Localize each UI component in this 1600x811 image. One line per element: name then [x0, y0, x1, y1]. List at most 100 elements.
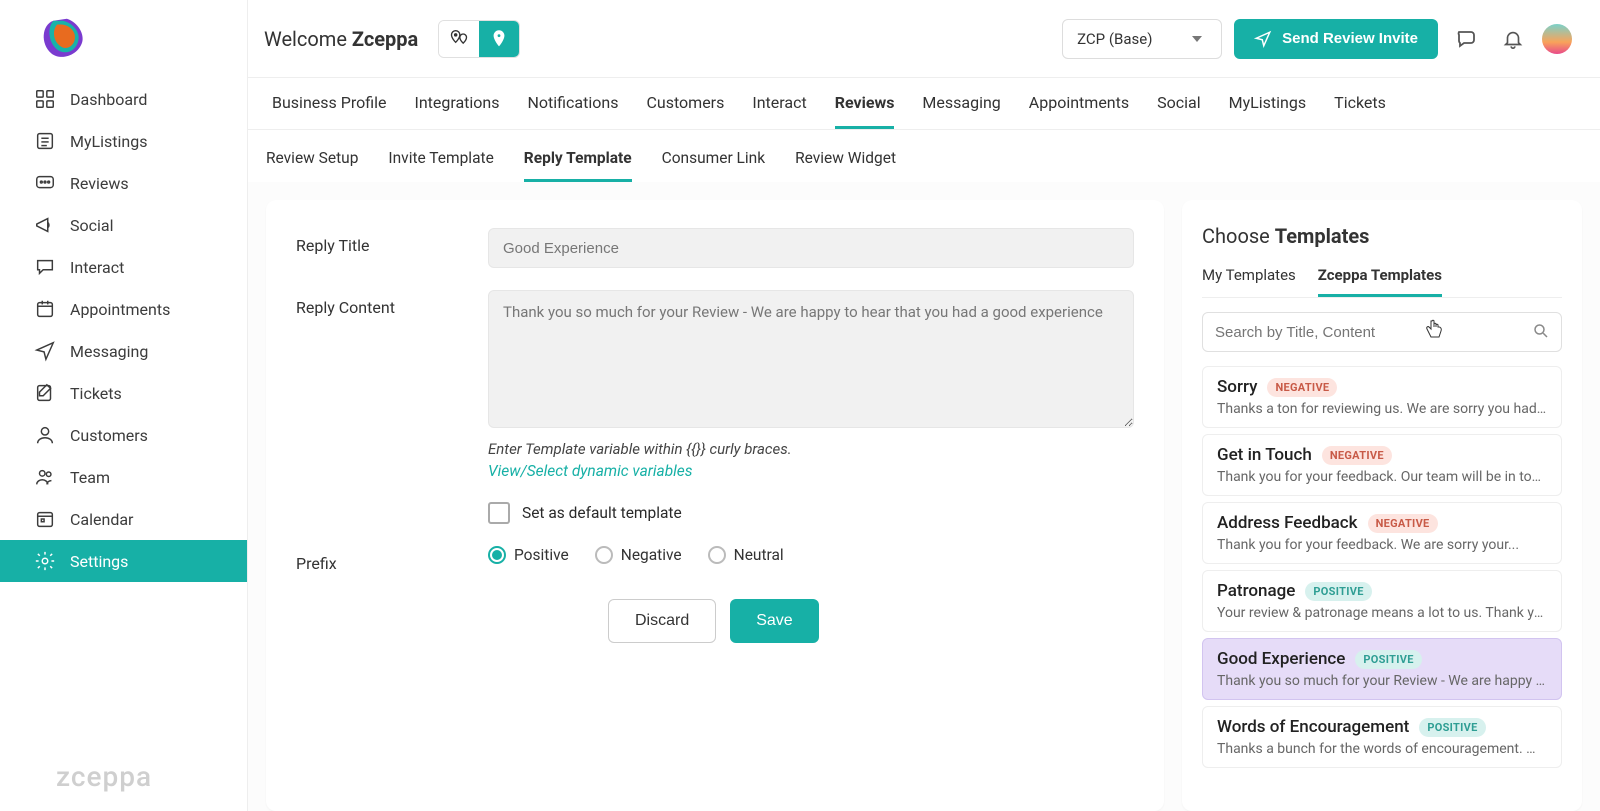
tab-tickets[interactable]: Tickets — [1334, 93, 1386, 129]
welcome-text: Welcome Zceppa — [264, 27, 418, 51]
reply-title-label: Reply Title — [296, 228, 488, 268]
sidebar-item-dashboard[interactable]: Dashboard — [0, 78, 247, 120]
sidebar: Dashboard MyListingsReviews Social Interact… — [0, 0, 248, 811]
template-desc: Your review & patronage means a lot to u… — [1217, 605, 1547, 621]
sidebar-item-social[interactable]: Social — [0, 204, 247, 246]
location-select[interactable]: ZCP (Base) — [1062, 19, 1222, 59]
template-title: Get in Touch — [1217, 445, 1312, 465]
tab-messaging[interactable]: Messaging — [922, 93, 1000, 129]
sidebar-item-customers[interactable]: Customers — [0, 414, 247, 456]
templates-search-input[interactable] — [1202, 312, 1562, 352]
template-desc: Thank you for your feedback. Our team wi… — [1217, 469, 1547, 485]
sidebar-item-tickets[interactable]: Tickets — [0, 372, 247, 414]
template-title: Address Feedback — [1217, 513, 1358, 533]
tab-appointments[interactable]: Appointments — [1029, 93, 1129, 129]
subtab-reply-template[interactable]: Reply Template — [524, 149, 632, 182]
template-title: Words of Encouragement — [1217, 717, 1409, 737]
subtab-review-widget[interactable]: Review Widget — [795, 149, 896, 182]
sentiment-badge: NEGATIVE — [1267, 378, 1337, 397]
template-desc: Thank you for your feedback. We are sorr… — [1217, 537, 1547, 553]
prefix-label: Prefix — [296, 546, 488, 573]
multi-location-icon-button[interactable] — [439, 21, 479, 57]
subtab-review-setup[interactable]: Review Setup — [266, 149, 358, 182]
tab-mylistings[interactable]: MyListings — [1229, 93, 1307, 129]
prefix-radio-neutral[interactable]: Neutral — [708, 546, 784, 564]
template-card[interactable]: Words of EncouragementPOSITIVEThanks a b… — [1202, 706, 1562, 768]
messages-icon-button[interactable] — [1450, 22, 1484, 56]
tab-integrations[interactable]: Integrations — [414, 93, 499, 129]
templates-tab-my-templates[interactable]: My Templates — [1202, 266, 1296, 297]
reply-content-textarea[interactable] — [488, 290, 1134, 428]
sidebar-item-label: Appointments — [70, 300, 170, 319]
template-card[interactable]: PatronagePOSITIVEYour review & patronage… — [1202, 570, 1562, 632]
template-desc: Thanks a ton for reviewing us. We are so… — [1217, 401, 1547, 417]
tab-business-profile[interactable]: Business Profile — [272, 93, 386, 129]
sidebar-item-reviews[interactable]: Reviews — [0, 162, 247, 204]
sidebar-item-label: Social — [70, 216, 113, 235]
sidebar-nav: Dashboard MyListingsReviews Social Interact… — [0, 78, 247, 760]
sidebar-item-settings[interactable]: Settings — [0, 540, 247, 582]
send-review-invite-button[interactable]: Send Review Invite — [1234, 19, 1438, 59]
prefix-radio-negative[interactable]: Negative — [595, 546, 682, 564]
subtab-consumer-link[interactable]: Consumer Link — [662, 149, 765, 182]
sidebar-item-appointments[interactable]: Appointments — [0, 288, 247, 330]
sidebar-item-calendar[interactable]: Calendar — [0, 498, 247, 540]
sidebar-item-label: Dashboard — [70, 90, 147, 109]
radio-label: Positive — [514, 546, 569, 564]
topbar: Welcome Zceppa ZCP (Base) Send Review In… — [248, 0, 1600, 78]
user-avatar[interactable] — [1542, 24, 1572, 54]
search-icon — [1532, 322, 1550, 340]
template-card[interactable]: SorryNEGATIVEThanks a ton for reviewing … — [1202, 366, 1562, 428]
bell-icon — [1502, 28, 1524, 50]
dynamic-variables-link[interactable]: View/Select dynamic variables — [488, 462, 1134, 480]
tab-customers[interactable]: Customers — [646, 93, 724, 129]
templates-heading: Choose Templates — [1202, 224, 1562, 248]
notifications-icon-button[interactable] — [1496, 22, 1530, 56]
discard-button[interactable]: Discard — [608, 599, 716, 643]
template-card[interactable]: Address FeedbackNEGATIVEThank you for yo… — [1202, 502, 1562, 564]
logo-container — [0, 0, 247, 78]
list-icon — [34, 130, 56, 152]
tab-notifications[interactable]: Notifications — [528, 93, 619, 129]
chevron-down-icon — [1192, 36, 1202, 42]
sidebar-item-interact[interactable]: Interact — [0, 246, 247, 288]
radio-dot-icon — [708, 546, 726, 564]
sidebar-item-label: Settings — [70, 552, 128, 571]
edit-icon — [34, 382, 56, 404]
settings-tabs: Business Profile Integrations Notification… — [248, 78, 1600, 130]
reply-title-input[interactable] — [488, 228, 1134, 268]
sidebar-item-messaging[interactable]: Messaging — [0, 330, 247, 372]
tab-social[interactable]: Social — [1157, 93, 1200, 129]
prefix-radio-positive[interactable]: Positive — [488, 546, 569, 564]
radio-label: Negative — [621, 546, 682, 564]
radio-dot-icon — [595, 546, 613, 564]
tab-reviews[interactable]: Reviews — [835, 93, 895, 129]
sidebar-item-label: Team — [70, 468, 110, 487]
grid-icon — [34, 88, 56, 110]
templates-search — [1202, 312, 1562, 352]
megaphone-icon — [34, 214, 56, 236]
subtab-invite-template[interactable]: Invite Template — [388, 149, 493, 182]
template-desc: Thank you so much for your Review - We a… — [1217, 673, 1547, 689]
radio-label: Neutral — [734, 546, 784, 564]
brand-footer: zceppa — [0, 760, 247, 811]
tab-interact[interactable]: Interact — [752, 93, 806, 129]
template-card[interactable]: Good ExperiencePOSITIVEThank you so much… — [1202, 638, 1562, 700]
templates-list: SorryNEGATIVEThanks a ton for reviewing … — [1202, 366, 1562, 768]
app-root: DashboardMyListingsReviewsSocialInteract… — [0, 0, 1600, 811]
default-template-checkbox[interactable] — [488, 502, 510, 524]
welcome-name: Zceppa — [352, 27, 418, 51]
template-title: Good Experience — [1217, 649, 1345, 669]
templates-tab-zceppa-templates[interactable]: Zceppa Templates — [1318, 266, 1442, 297]
template-card[interactable]: Get in TouchNEGATIVEThank you for your f… — [1202, 434, 1562, 496]
sidebar-item-team[interactable]: Team — [0, 456, 247, 498]
bubble-icon — [34, 256, 56, 278]
sidebar-item-mylistings[interactable]: MyListings — [0, 120, 247, 162]
save-button[interactable]: Save — [730, 599, 818, 643]
sidebar-item-label: Interact — [70, 258, 124, 277]
main: Welcome Zceppa ZCP (Base) Send Review In… — [248, 0, 1600, 811]
send-review-invite-label: Send Review Invite — [1282, 30, 1418, 47]
single-location-icon-button[interactable] — [479, 21, 519, 57]
sentiment-badge: POSITIVE — [1305, 582, 1371, 601]
calendar-icon — [34, 298, 56, 320]
